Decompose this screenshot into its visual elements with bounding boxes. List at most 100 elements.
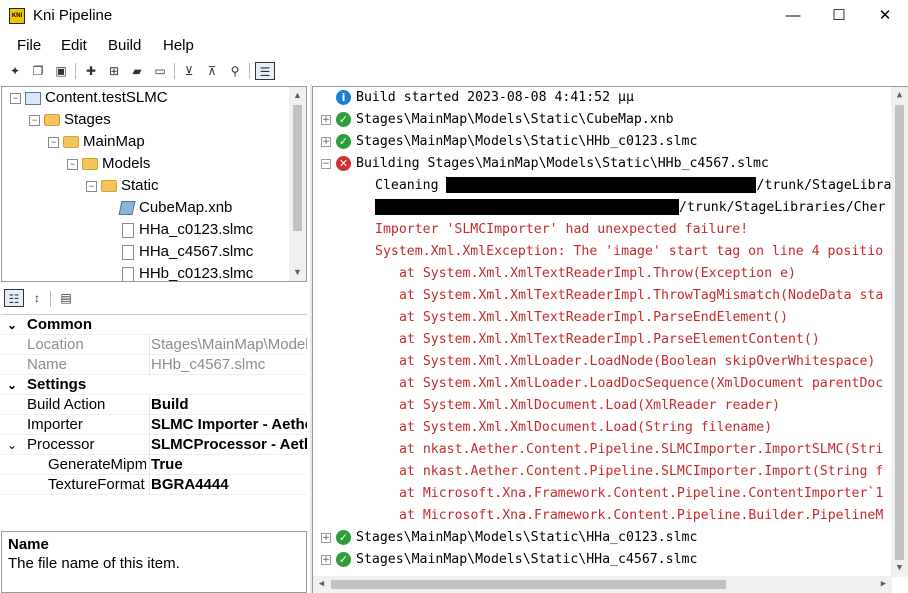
new-folder-icon[interactable]: ▰: [128, 62, 146, 80]
filter-output-icon[interactable]: ☰: [255, 62, 275, 80]
tree-item-models[interactable]: − Models: [67, 153, 150, 175]
collapse-icon[interactable]: −: [48, 136, 59, 148]
log-line-cubemap[interactable]: + ✓ Stages\MainMap\Models\Static\CubeMap…: [313, 109, 873, 131]
add-item-icon[interactable]: ⊞: [105, 62, 123, 80]
description-text: The file name of this item.: [8, 555, 180, 572]
minimize-button[interactable]: —: [770, 0, 816, 32]
collapse-icon[interactable]: ⌄: [7, 375, 17, 395]
scroll-down-icon[interactable]: ▼: [891, 560, 908, 577]
sort-alphabetical-icon[interactable]: ↕: [28, 289, 46, 307]
scroll-thumb[interactable]: [895, 105, 904, 560]
scroll-down-icon[interactable]: ▼: [289, 264, 306, 281]
scroll-up-icon[interactable]: ▲: [891, 87, 908, 104]
property-pages-icon[interactable]: ▤: [57, 289, 75, 307]
property-importer[interactable]: Importer SLMC Importer - Aether: [1, 415, 307, 435]
category-common[interactable]: ⌄ Common: [1, 315, 307, 335]
property-processor[interactable]: ⌄ Processor SLMCProcessor - Aether: [1, 435, 307, 455]
tree-item-hha-c0123[interactable]: HHa_c0123.slmc: [122, 219, 253, 241]
log-line-cleaning: Cleaning /trunk/StageLibrari: [375, 175, 892, 197]
stack-frame: at System.Xml.XmlTextReaderImpl.ParseEnd…: [399, 310, 789, 325]
property-value[interactable]: BGRA4444: [149, 475, 307, 495]
property-build-action[interactable]: Build Action Build: [1, 395, 307, 415]
property-texture-format[interactable]: TextureFormat BGRA4444: [1, 475, 307, 495]
property-location[interactable]: Location Stages\MainMap\Models\Static: [1, 335, 307, 355]
log-text: /trunk/StageLibraries/Cher: [679, 200, 886, 215]
category-settings[interactable]: ⌄ Settings: [1, 375, 307, 395]
scroll-right-icon[interactable]: ▶: [875, 576, 892, 593]
categorized-icon[interactable]: ☷: [4, 289, 24, 307]
expand-icon[interactable]: +: [321, 115, 331, 125]
stack-frame: at Microsoft.Xna.Framework.Content.Pipel…: [399, 486, 884, 501]
tree-item-cubemap[interactable]: CubeMap.xnb: [118, 197, 232, 219]
scroll-left-icon[interactable]: ◀: [313, 576, 330, 593]
tree-item-hha-c4567[interactable]: HHa_c4567.slmc: [122, 241, 253, 263]
log-horizontal-scrollbar[interactable]: ◀ ▶: [313, 576, 892, 593]
menu-help[interactable]: Help: [163, 37, 194, 54]
new-project-icon[interactable]: ✦: [6, 62, 24, 80]
collapse-icon[interactable]: −: [86, 180, 97, 192]
stack-frame: at System.Xml.XmlTextReaderImpl.ParseEle…: [399, 332, 820, 347]
log-line-hha-c4567[interactable]: + ✓ Stages\MainMap\Models\Static\HHa_c45…: [313, 549, 873, 571]
menu-build[interactable]: Build: [108, 37, 141, 54]
log-line-building[interactable]: − ✕ Building Stages\MainMap\Models\Stati…: [313, 153, 883, 175]
collapse-icon[interactable]: ⌄: [7, 435, 17, 455]
menu-file[interactable]: File: [17, 37, 41, 54]
save-icon[interactable]: ▣: [52, 62, 70, 80]
collapse-icon[interactable]: −: [67, 158, 78, 170]
log-text: Build started 2023-08-08 4:41:52 μμ: [356, 90, 634, 105]
open-project-icon[interactable]: ❐: [29, 62, 47, 80]
menu-bar: File Edit Build Help: [0, 34, 908, 58]
log-line-build-started[interactable]: i Build started 2023-08-08 4:41:52 μμ: [313, 87, 873, 109]
rebuild-icon[interactable]: ⊼: [203, 62, 221, 80]
build-icon[interactable]: ⊻: [180, 62, 198, 80]
tree-item-project[interactable]: − Content.testSLMC: [10, 87, 168, 109]
toolbar-separator: [174, 63, 175, 79]
collapse-icon[interactable]: −: [29, 114, 40, 126]
expand-icon[interactable]: +: [321, 137, 331, 147]
close-button[interactable]: ✕: [862, 0, 908, 32]
stack-frame: at nkast.Aether.Content.Pipeline.SLMCImp…: [399, 442, 884, 457]
expand-icon[interactable]: +: [321, 555, 331, 565]
log-line-exception: System.Xml.XmlException: The 'image' sta…: [375, 244, 884, 259]
expand-icon[interactable]: +: [321, 533, 331, 543]
project-tree: − Content.testSLMC − Stages − MainMap − Mode…: [1, 86, 307, 282]
new-item-icon[interactable]: ✚: [82, 62, 100, 80]
collapse-icon[interactable]: −: [321, 159, 331, 169]
tree-item-static[interactable]: − Static: [86, 175, 159, 197]
redacted-block: [446, 177, 757, 193]
folder-icon: [44, 114, 60, 127]
window-title: Kni Pipeline: [33, 7, 113, 24]
tree-item-hhb-c0123[interactable]: HHb_c0123.slmc: [122, 263, 253, 281]
property-value[interactable]: True: [149, 455, 307, 475]
file-icon: [122, 266, 134, 281]
redacted-block: [375, 199, 679, 215]
tree-item-mainmap[interactable]: − MainMap: [48, 131, 145, 153]
file-icon: [122, 222, 134, 238]
collapse-icon[interactable]: −: [10, 92, 21, 104]
scroll-up-icon[interactable]: ▲: [289, 87, 306, 104]
log-line-hhb-c0123[interactable]: + ✓ Stages\MainMap\Models\Static\HHb_c01…: [313, 131, 873, 153]
log-line-hha-c0123[interactable]: + ✓ Stages\MainMap\Models\Static\HHa_c01…: [313, 527, 873, 549]
add-folder-icon[interactable]: ▭: [151, 62, 169, 80]
folder-icon: [63, 136, 79, 149]
clean-icon[interactable]: ⚲: [226, 62, 244, 80]
stack-frame: at System.Xml.XmlTextReaderImpl.ThrowTag…: [399, 288, 884, 303]
log-line-path: /trunk/StageLibraries/Cher: [375, 197, 892, 219]
menu-edit[interactable]: Edit: [61, 37, 87, 54]
scroll-thumb[interactable]: [331, 580, 726, 589]
scroll-thumb[interactable]: [293, 105, 302, 231]
stack-frame: at System.Xml.XmlDocument.Load(String fi…: [399, 420, 773, 435]
log-vertical-scrollbar[interactable]: ▲ ▼: [891, 87, 908, 577]
log-text: Stages\MainMap\Models\Static\HHb_c0123.s…: [356, 134, 698, 149]
property-value[interactable]: SLMC Importer - Aether: [149, 415, 307, 435]
maximize-button[interactable]: ☐: [816, 0, 862, 32]
property-value[interactable]: SLMCProcessor - Aether: [149, 435, 307, 455]
tree-item-stages[interactable]: − Stages: [29, 109, 111, 131]
collapse-icon[interactable]: ⌄: [7, 315, 17, 335]
title-bar: KNI Kni Pipeline — ☐ ✕: [0, 0, 908, 32]
tree-scrollbar[interactable]: ▲ ▼: [289, 87, 306, 281]
property-name-row[interactable]: Name HHb_c4567.slmc: [1, 355, 307, 375]
property-value[interactable]: Build: [149, 395, 307, 415]
property-generate-mipmaps[interactable]: GenerateMipmaps True: [1, 455, 307, 475]
description-title: Name: [8, 536, 49, 553]
